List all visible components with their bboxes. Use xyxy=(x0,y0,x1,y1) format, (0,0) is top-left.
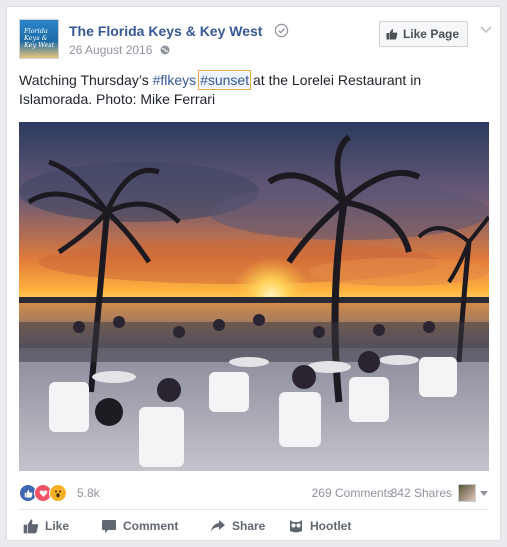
share-button[interactable]: Share xyxy=(210,518,265,534)
like-label: Like xyxy=(45,519,70,533)
actions-divider xyxy=(19,509,488,510)
post-card: Florida Keys & Key West The Florida Keys… xyxy=(6,6,501,541)
viewer-avatar[interactable] xyxy=(458,484,476,502)
like-page-label: Like Page xyxy=(402,27,459,41)
post-date[interactable]: 26 August 2016 xyxy=(69,43,152,57)
post-stats: 5.8k 269 Comments 842 Shares xyxy=(19,481,488,505)
like-button[interactable]: Like xyxy=(23,518,69,534)
post-meta: 26 August 2016 xyxy=(69,43,170,57)
post-photo[interactable] xyxy=(19,122,489,471)
verified-icon xyxy=(274,23,289,38)
post-actions: Like Comment Share Hootlet xyxy=(19,513,488,539)
thumbs-up-icon xyxy=(23,519,39,534)
comments-count[interactable]: 269 Comments xyxy=(312,486,393,500)
reaction-icons[interactable] xyxy=(19,484,67,502)
globe-icon xyxy=(160,44,170,55)
post-text-before: Watching Thursday’s xyxy=(19,72,153,88)
reaction-count[interactable]: 5.8k xyxy=(77,486,100,500)
shares-count[interactable]: 842 Shares xyxy=(391,486,452,500)
hashtag-sunset[interactable]: #sunset xyxy=(198,70,252,90)
page-name-link[interactable]: The Florida Keys & Key West xyxy=(69,23,262,39)
comment-label: Comment xyxy=(123,519,179,533)
share-label: Share xyxy=(232,519,266,533)
hootlet-button[interactable]: Hootlet xyxy=(288,518,351,534)
wow-reaction-icon xyxy=(49,484,67,502)
page-avatar[interactable]: Florida Keys & Key West xyxy=(19,19,59,59)
share-icon xyxy=(211,520,225,532)
post-header: Florida Keys & Key West The Florida Keys… xyxy=(19,19,492,63)
comment-button[interactable]: Comment xyxy=(101,518,178,534)
hashtag-flkeys[interactable]: #flkeys xyxy=(153,72,197,88)
owl-icon xyxy=(290,520,302,533)
caret-down-icon[interactable] xyxy=(480,491,488,496)
hootlet-label: Hootlet xyxy=(310,519,352,533)
thumbs-up-icon xyxy=(386,29,398,40)
chevron-down-icon[interactable] xyxy=(480,25,492,35)
like-page-button[interactable]: Like Page xyxy=(378,21,468,47)
avatar-logo: Florida Keys & Key West xyxy=(24,27,55,49)
post-text: Watching Thursday’s #flkeys #sunset at t… xyxy=(19,70,489,109)
comment-icon xyxy=(102,520,116,533)
